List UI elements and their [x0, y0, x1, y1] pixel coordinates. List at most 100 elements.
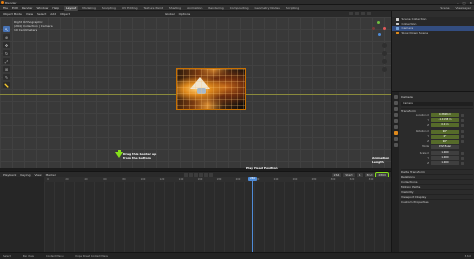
- object-tab-icon[interactable]: [393, 131, 398, 135]
- axis-y-icon[interactable]: [378, 33, 381, 36]
- tool-shelf: ↖ ⊕ ✥ ↻ ⤢ ⊞ ✎ 📏: [3, 26, 10, 88]
- rotation-y-field[interactable]: 0°: [431, 134, 459, 139]
- lock-icon[interactable]: [461, 118, 464, 122]
- window-controls: – □ ✕: [457, 1, 472, 5]
- timeline-tick: 160: [197, 178, 203, 181]
- camera-image-plane[interactable]: [176, 68, 246, 110]
- output-tab-icon[interactable]: [393, 107, 398, 111]
- axis-x-icon[interactable]: [383, 27, 386, 30]
- solid-shading-icon[interactable]: [355, 12, 359, 15]
- rotation-mode-dropdown[interactable]: XYZ Euler: [431, 144, 459, 149]
- wireframe-shading-icon[interactable]: [349, 12, 353, 15]
- scene-tab-icon[interactable]: [393, 119, 398, 123]
- lock-icon[interactable]: [461, 151, 464, 155]
- lock-icon[interactable]: [461, 140, 464, 144]
- view-layer-selector[interactable]: ViewLayer: [456, 6, 471, 10]
- next-keyframe-icon[interactable]: [204, 173, 208, 177]
- section-custom-properties[interactable]: Custom Properties: [401, 198, 473, 204]
- axis-neg-x-icon[interactable]: [372, 27, 375, 30]
- play-reverse-icon[interactable]: [194, 173, 198, 177]
- object-name-field[interactable]: Camera: [401, 102, 473, 106]
- tab-layout[interactable]: Layout: [64, 5, 79, 11]
- tab-shading[interactable]: Shading: [167, 6, 183, 11]
- menu-file[interactable]: File: [3, 6, 8, 10]
- pan-icon[interactable]: [382, 51, 387, 56]
- constraints-tab-icon[interactable]: [393, 137, 398, 141]
- menu-add[interactable]: Add: [50, 12, 56, 16]
- measure-tool-icon[interactable]: 📏: [3, 82, 10, 88]
- rotation-z-field[interactable]: 90°: [431, 139, 459, 144]
- material-shading-icon[interactable]: [361, 12, 365, 15]
- scene-selectors: Scene ViewLayer: [440, 6, 471, 10]
- render-tab-icon[interactable]: [393, 101, 398, 105]
- tab-uv-editing[interactable]: UV Editing: [120, 6, 140, 11]
- navigation-gizmo[interactable]: [370, 20, 388, 38]
- maximize-icon[interactable]: □: [463, 1, 466, 5]
- playhead-frame-label[interactable]: 264: [248, 177, 257, 181]
- camera-view-icon[interactable]: [382, 59, 387, 64]
- scale-x-field[interactable]: 1.000: [431, 151, 459, 156]
- object-mode-dropdown[interactable]: Object Mode: [3, 12, 22, 16]
- scale-y-field[interactable]: 1.000: [431, 156, 459, 161]
- cursor-tool-icon[interactable]: ⊕: [3, 34, 10, 40]
- location-x-field[interactable]: 0.3828 m: [431, 113, 459, 118]
- tab-rendering[interactable]: Rendering: [206, 6, 225, 11]
- lock-icon[interactable]: [461, 156, 464, 160]
- options-dropdown[interactable]: Options: [179, 12, 191, 16]
- outliner-row-slow-down-scene[interactable]: Slow Down Scene: [392, 31, 474, 36]
- transform-tool-icon[interactable]: ⊞: [3, 66, 10, 72]
- window-title: Blender: [5, 0, 17, 5]
- menu-window[interactable]: Window: [37, 6, 49, 10]
- tab-modeling[interactable]: Modeling: [80, 6, 98, 11]
- tab-animation[interactable]: Animation: [185, 6, 204, 11]
- jump-end-icon[interactable]: [209, 173, 213, 177]
- view-layer-tab-icon[interactable]: [393, 113, 398, 117]
- rotate-tool-icon[interactable]: ↻: [3, 50, 10, 56]
- tab-sculpting[interactable]: Sculpting: [100, 6, 118, 11]
- lock-icon[interactable]: [461, 113, 464, 117]
- tab-texture-paint[interactable]: Texture Paint: [142, 6, 165, 11]
- prev-keyframe-icon[interactable]: [189, 173, 193, 177]
- tab-geometry-nodes[interactable]: Geometry Nodes: [253, 6, 282, 11]
- lock-icon[interactable]: [461, 130, 464, 134]
- world-tab-icon[interactable]: [393, 125, 398, 129]
- menu-help[interactable]: Help: [52, 6, 59, 10]
- play-icon[interactable]: [199, 173, 203, 177]
- menu-render[interactable]: Render: [22, 6, 33, 10]
- jump-start-icon[interactable]: [184, 173, 188, 177]
- tab-compositing[interactable]: Compositing: [228, 6, 251, 11]
- rotation-x-field[interactable]: 90°: [431, 129, 459, 134]
- location-z-field[interactable]: 0.0 m: [431, 123, 459, 128]
- location-y-field[interactable]: -1.1138 m: [431, 118, 459, 123]
- annotate-tool-icon[interactable]: ✎: [3, 74, 10, 80]
- 3d-viewport[interactable]: Right Orthographic (264) Collection | Ca…: [0, 17, 391, 168]
- timeline-body[interactable]: [44, 182, 391, 252]
- playhead-line[interactable]: [252, 177, 253, 252]
- menu-edit[interactable]: Edit: [12, 6, 18, 10]
- scale-tool-icon[interactable]: ⤢: [3, 58, 10, 64]
- viewport-info: Right Orthographic (264) Collection | Ca…: [14, 20, 53, 32]
- scene-selector[interactable]: Scene: [440, 6, 449, 10]
- zoom-icon[interactable]: [382, 43, 387, 48]
- select-tool-icon[interactable]: ↖: [3, 26, 10, 32]
- camera-icon: [396, 27, 399, 30]
- rotation-x-row: Rotation X 90°: [401, 129, 473, 135]
- menu-object[interactable]: Object: [60, 12, 70, 16]
- move-tool-icon[interactable]: ✥: [3, 42, 10, 48]
- lock-icon[interactable]: [461, 161, 464, 165]
- rendered-shading-icon[interactable]: [367, 12, 371, 15]
- scale-z-field[interactable]: 1.000: [431, 161, 459, 166]
- perspective-toggle-icon[interactable]: [382, 67, 387, 72]
- data-tab-icon[interactable]: [393, 143, 398, 147]
- lock-icon[interactable]: [461, 123, 464, 127]
- tab-scripting[interactable]: Scripting: [284, 6, 301, 11]
- lock-icon[interactable]: [461, 135, 464, 139]
- menu-select[interactable]: Select: [37, 12, 46, 16]
- minimize-icon[interactable]: –: [457, 1, 459, 5]
- axis-z-icon[interactable]: [377, 21, 380, 24]
- tool-tab-icon[interactable]: [393, 95, 398, 99]
- timeline-tick: 40: [84, 178, 88, 181]
- close-icon[interactable]: ✕: [469, 1, 472, 5]
- orientation-dropdown[interactable]: Global: [165, 12, 175, 16]
- menu-view[interactable]: View: [26, 12, 33, 16]
